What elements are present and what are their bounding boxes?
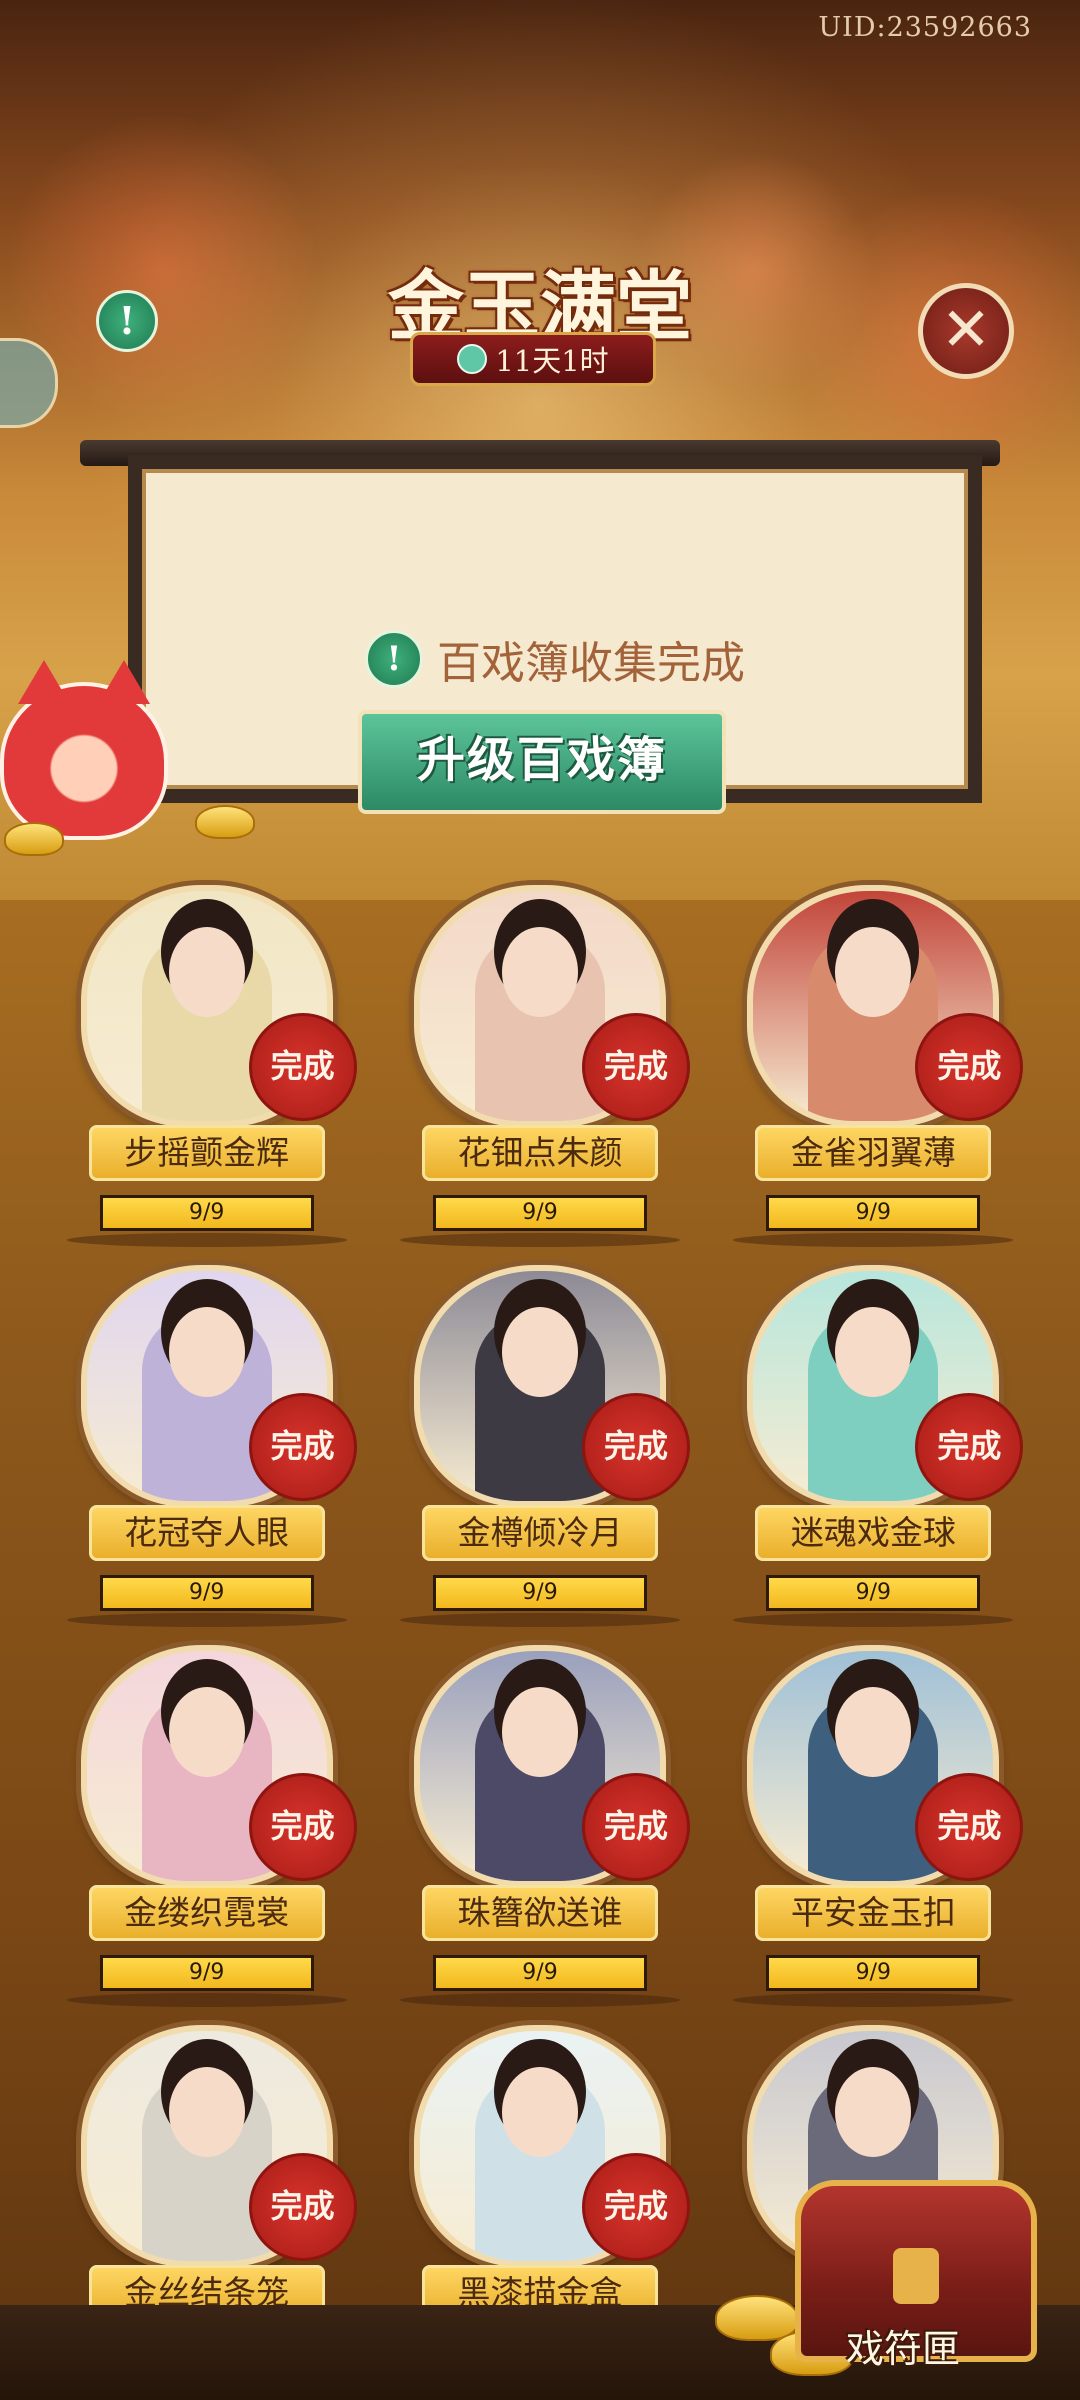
mascot-cat-icon[interactable]: [0, 660, 168, 840]
card-title: 金缕织霓裳: [88, 1885, 325, 1941]
card-shelf: [399, 1233, 680, 1247]
collection-card[interactable]: 完成 金雀羽翼薄 9/9: [707, 885, 1040, 1247]
complete-stamp: 完成: [581, 1013, 690, 1121]
card-title: 平安金玉扣: [755, 1885, 992, 1941]
timer-text: 11天1时: [495, 344, 609, 378]
character-head: [501, 1687, 578, 1777]
collection-card[interactable]: 完成 金缕织霓裳 9/9: [40, 1645, 373, 2007]
board-message: ! 百戏簿收集完成: [142, 627, 968, 691]
card-title: 珠簪欲送谁: [421, 1885, 658, 1941]
progress-text: 9/9: [855, 1960, 892, 1985]
card-title: 步摇颤金辉: [88, 1125, 325, 1181]
progress-bar: 9/9: [99, 1195, 314, 1231]
collection-card[interactable]: 完成 步摇颤金辉 9/9: [40, 885, 373, 1247]
chest-lock: [893, 2248, 939, 2304]
complete-stamp: 完成: [248, 1773, 357, 1881]
complete-stamp: 完成: [581, 1773, 690, 1881]
card-title: 迷魂戏金球: [755, 1505, 992, 1561]
complete-stamp: 完成: [915, 1773, 1024, 1881]
board-message-text: 百戏簿收集完成: [437, 638, 745, 689]
character-head: [835, 1687, 912, 1777]
card-title: 花冠夺人眼: [88, 1505, 325, 1561]
close-button[interactable]: ✕: [918, 283, 1014, 379]
collection-card[interactable]: 完成 黑漆描金盒: [373, 2025, 706, 2335]
progress-bar: 9/9: [766, 1575, 981, 1611]
progress-bar: 9/9: [766, 1195, 981, 1231]
event-timer: 11天1时: [410, 332, 656, 386]
chest-label[interactable]: 戏符匣: [846, 2318, 960, 2373]
progress-bar: 9/9: [99, 1955, 314, 1991]
card-shelf: [733, 1613, 1014, 1627]
collection-grid: 完成 步摇颤金辉 9/9 完成 花钿点朱颜 9/9 完成 金雀羽翼薄 9/9 完…: [40, 885, 1040, 2321]
progress-bar: 9/9: [99, 1575, 314, 1611]
progress-text: 9/9: [522, 1580, 558, 1605]
character-head: [835, 927, 912, 1017]
card-shelf: [733, 1233, 1014, 1247]
progress-bar: 9/9: [766, 1955, 981, 1991]
character-head: [168, 1687, 245, 1777]
progress-text: 9/9: [855, 1200, 892, 1225]
character-head: [501, 2067, 578, 2157]
progress-text: 9/9: [188, 1200, 225, 1225]
character-head: [501, 927, 578, 1017]
collection-card[interactable]: 完成 珠簪欲送谁 9/9: [373, 1645, 706, 2007]
card-title: 金雀羽翼薄: [755, 1125, 992, 1181]
collection-card[interactable]: 完成 金樽倾冷月 9/9: [373, 1265, 706, 1627]
upgrade-button[interactable]: 升级百戏簿: [358, 710, 726, 814]
progress-bar: 9/9: [432, 1955, 647, 1991]
progress-text: 9/9: [522, 1960, 558, 1985]
card-shelf: [66, 1613, 347, 1627]
complete-stamp: 完成: [248, 1393, 357, 1501]
complete-stamp: 完成: [915, 1393, 1024, 1501]
collection-card[interactable]: 完成 花冠夺人眼 9/9: [40, 1265, 373, 1627]
collection-card[interactable]: 完成 迷魂戏金球 9/9: [707, 1265, 1040, 1627]
progress-text: 9/9: [522, 1200, 558, 1225]
card-shelf: [733, 1993, 1014, 2007]
uid-label: UID:23592663: [818, 12, 1032, 43]
card-shelf: [399, 1613, 680, 1627]
card-shelf: [399, 1993, 680, 2007]
gold-ingot-icon: [4, 822, 64, 856]
complete-stamp: 完成: [581, 1393, 690, 1501]
card-shelf: [66, 1993, 347, 2007]
progress-bar: 9/9: [432, 1575, 647, 1611]
card-title: 金樽倾冷月: [421, 1505, 658, 1561]
complete-stamp: 完成: [581, 2153, 690, 2261]
collection-card[interactable]: 完成 平安金玉扣 9/9: [707, 1645, 1040, 2007]
gold-ingot-icon: [195, 805, 255, 839]
progress-text: 9/9: [855, 1580, 892, 1605]
character-head: [835, 1307, 912, 1397]
character-head: [168, 2067, 245, 2157]
collection-card[interactable]: 完成 金丝结条笼: [40, 2025, 373, 2335]
exclamation-icon: !: [365, 630, 423, 688]
clock-icon: [457, 344, 488, 374]
character-head: [168, 927, 245, 1017]
character-head: [835, 2067, 912, 2157]
collection-card[interactable]: 完成 花钿点朱颜 9/9: [373, 885, 706, 1247]
card-shelf: [66, 1233, 347, 1247]
character-head: [168, 1307, 245, 1397]
progress-text: 9/9: [188, 1960, 225, 1985]
complete-stamp: 完成: [915, 1013, 1024, 1121]
complete-stamp: 完成: [248, 1013, 357, 1121]
card-title: 花钿点朱颜: [421, 1125, 658, 1181]
progress-text: 9/9: [188, 1580, 225, 1605]
character-head: [501, 1307, 578, 1397]
complete-stamp: 完成: [248, 2153, 357, 2261]
progress-bar: 9/9: [432, 1195, 647, 1231]
